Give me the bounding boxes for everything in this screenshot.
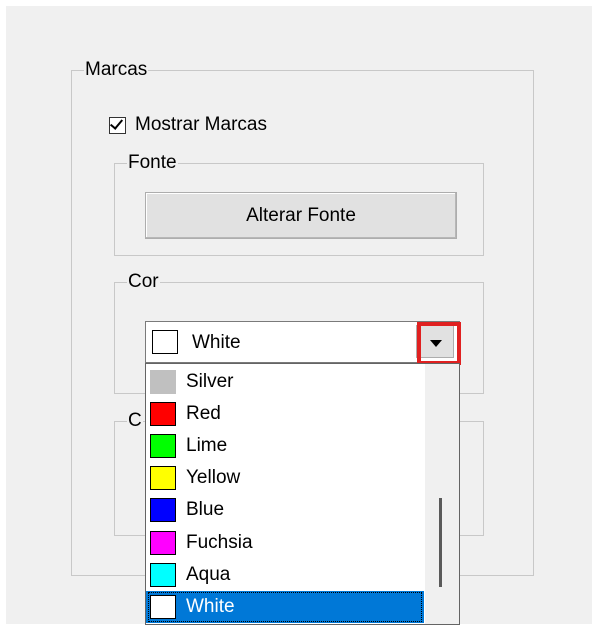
color-swatch: [150, 466, 176, 490]
dropdown-item-label: Blue: [186, 499, 225, 520]
color-combobox[interactable]: White: [145, 321, 460, 363]
dropdown-item-lime[interactable]: Lime: [146, 430, 424, 462]
dropdown-item-yellow[interactable]: Yellow: [146, 462, 424, 494]
dropdown-item-aqua[interactable]: Aqua: [146, 559, 424, 591]
color-swatch: [150, 563, 176, 587]
mostrar-marcas-checkbox-row[interactable]: Mostrar Marcas: [109, 113, 267, 137]
dropdown-item-label: Fuchsia: [186, 532, 253, 553]
alterar-fonte-button[interactable]: Alterar Fonte: [145, 192, 457, 239]
checkmark-icon: [109, 115, 124, 130]
color-swatch: [150, 402, 176, 426]
marcas-group-title: Marcas: [84, 58, 149, 82]
color-dropdown-list[interactable]: White Aqua Fuchsia Blue Yellow Lime Red Silver: [145, 363, 460, 625]
dropdown-item-blue[interactable]: Blue: [146, 494, 424, 526]
dropdown-arrow-button[interactable]: [416, 325, 454, 358]
dropdown-item-silver[interactable]: Silver: [146, 366, 424, 398]
scrollbar-thumb[interactable]: [439, 498, 442, 587]
dropdown-item-label: Red: [186, 403, 221, 424]
dropdown-item-label: Aqua: [186, 564, 231, 585]
dropdown-item-label: White: [186, 596, 235, 617]
color-swatch: [150, 370, 176, 394]
dropdown-item-fuchsia[interactable]: Fuchsia: [146, 527, 424, 559]
hidden-group-title: C: [127, 409, 143, 433]
dropdown-item-label: Yellow: [186, 467, 241, 488]
mostrar-marcas-label: Mostrar Marcas: [135, 114, 267, 135]
cor-group-title: Cor: [127, 270, 160, 294]
selected-color-swatch: [152, 330, 178, 354]
dropdown-scrollbar[interactable]: [425, 364, 459, 624]
fonte-group-title: Fonte: [127, 151, 178, 175]
color-swatch: [150, 595, 176, 619]
mostrar-marcas-checkbox[interactable]: [109, 115, 126, 134]
dropdown-item-label: Lime: [186, 435, 228, 456]
color-swatch: [150, 531, 176, 555]
color-swatch: [150, 498, 176, 522]
dropdown-item-label: Silver: [186, 371, 234, 392]
color-swatch: [150, 434, 176, 458]
selected-color-name: White: [192, 332, 241, 353]
alterar-fonte-button-label: Alterar Fonte: [246, 204, 356, 226]
dropdown-item-white[interactable]: White: [146, 591, 424, 623]
dropdown-item-red[interactable]: Red: [146, 398, 424, 430]
